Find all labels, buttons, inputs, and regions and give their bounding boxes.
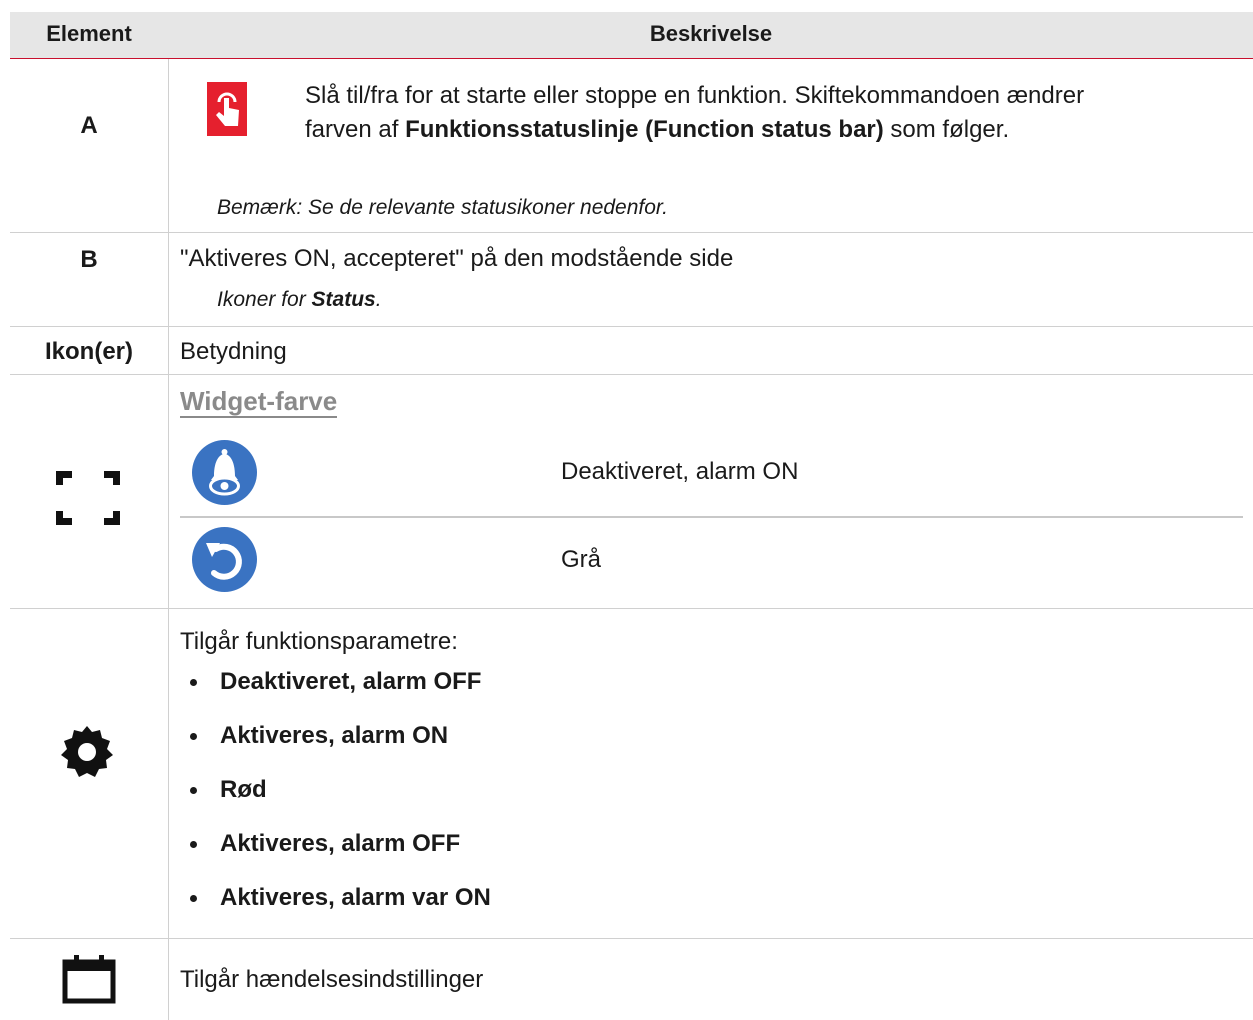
bell-eye-icon bbox=[192, 440, 257, 505]
row-a-text-line1: Slå til/fra for at starte eller stoppe e… bbox=[305, 82, 1085, 109]
row-a-text-line2: farven af Funktionsstatuslinje (Function… bbox=[305, 116, 1009, 144]
bullet-text: Aktiveres, alarm OFF bbox=[220, 830, 461, 857]
bullet-dot bbox=[190, 841, 197, 848]
column-divider bbox=[168, 12, 169, 1020]
list-item: Aktiveres, alarm ON bbox=[180, 722, 491, 776]
row-divider bbox=[10, 938, 1253, 939]
bullet-text: Aktiveres, alarm var ON bbox=[220, 884, 491, 911]
header-element: Element bbox=[46, 21, 132, 46]
function-status-bar-term: Funktionsstatuslinje (Function status ba… bbox=[405, 116, 884, 143]
widget-item-1-text: Deaktiveret, alarm ON bbox=[561, 458, 799, 485]
bullet-text: Aktiveres, alarm ON bbox=[220, 722, 449, 749]
description-table: Element Beskrivelse A Slå til/fra for at… bbox=[10, 0, 1253, 1020]
settings-intro: Tilgår funktionsparametre: bbox=[180, 628, 458, 655]
widget-color-link[interactable]: Widget-farve bbox=[180, 386, 338, 418]
calendar-icon bbox=[62, 952, 116, 1009]
bullet-dot bbox=[190, 787, 197, 794]
settings-bullet-list: Deaktiveret, alarm OFF Aktiveres, alarm … bbox=[180, 668, 491, 938]
list-item: Deaktiveret, alarm OFF bbox=[180, 668, 491, 722]
tap-hand-icon bbox=[207, 82, 247, 136]
row-b-sub-post: . bbox=[375, 288, 382, 311]
bullet-dot bbox=[190, 679, 197, 686]
list-item: Aktiveres, alarm var ON bbox=[180, 884, 491, 938]
row-b-text: "Aktiveres ON, accepteret" på den modstå… bbox=[180, 245, 734, 272]
row-a-note: Bemærk: Se de relevante statusikoner ned… bbox=[217, 196, 668, 219]
row-a-label: A bbox=[80, 112, 98, 139]
table-header: Element Beskrivelse bbox=[10, 12, 1253, 59]
bullet-dot bbox=[190, 733, 197, 740]
bullet-dot bbox=[190, 895, 197, 902]
row-b-sub-pre: Ikoner for bbox=[217, 288, 312, 311]
list-item: Rød bbox=[180, 776, 491, 830]
row-ikon-label: Ikon(er) bbox=[44, 338, 133, 365]
header-description: Beskrivelse bbox=[649, 21, 773, 46]
row-b-label: B bbox=[80, 246, 98, 273]
row-divider bbox=[10, 608, 1253, 609]
row-divider bbox=[10, 232, 1253, 233]
row-ikon-text: Betydning bbox=[180, 338, 287, 365]
widget-item-2-text: Grå bbox=[561, 546, 602, 573]
row-a-text-post: som følger. bbox=[883, 116, 1010, 143]
gear-icon bbox=[57, 722, 117, 787]
bullet-text: Deaktiveret, alarm OFF bbox=[220, 668, 482, 695]
undo-arrow-icon bbox=[192, 527, 257, 592]
row-divider bbox=[10, 326, 1253, 327]
list-item: Aktiveres, alarm OFF bbox=[180, 830, 491, 884]
row-b-subtext: Ikoner for Status. bbox=[217, 286, 382, 314]
row-divider bbox=[10, 374, 1253, 375]
fullscreen-corners-icon bbox=[53, 468, 123, 533]
status-term: Status bbox=[311, 288, 376, 311]
row-a-text-pre: farven af bbox=[305, 116, 406, 143]
events-text: Tilgår hændelsesindstillinger bbox=[180, 966, 484, 993]
bullet-text: Rød bbox=[220, 776, 267, 803]
widget-separator bbox=[180, 516, 1243, 518]
